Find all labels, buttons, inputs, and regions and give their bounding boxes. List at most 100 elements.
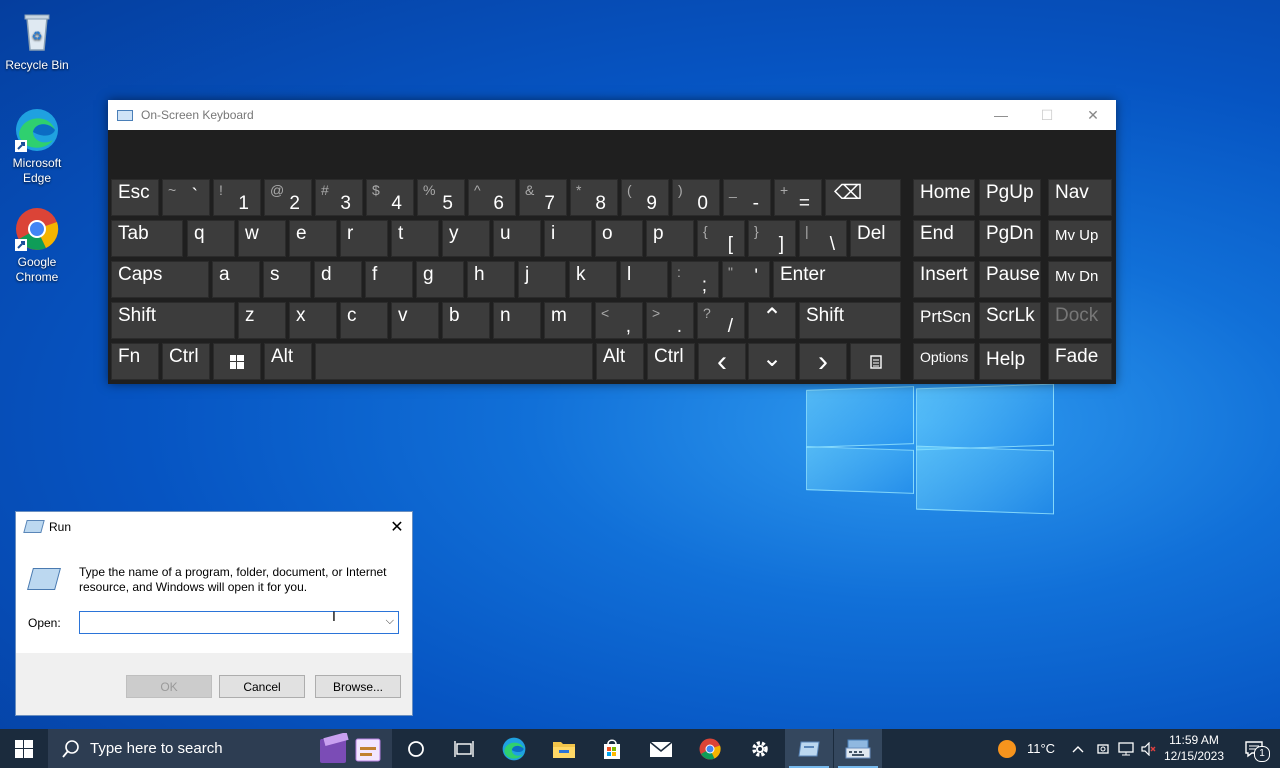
key-d[interactable]: d [314,261,362,298]
clock[interactable]: 11:59 AM 12/15/2023 [1158,732,1230,764]
key-comma[interactable]: <, [595,302,643,339]
key-9[interactable]: (9 [621,179,669,216]
chevron-down-icon[interactable]: ⌵ [386,615,394,628]
key-pgdn[interactable]: PgDn [979,220,1041,257]
key-j[interactable]: j [518,261,566,298]
key-arrow-up[interactable]: ⌃ [748,302,796,339]
key-period[interactable]: >. [646,302,694,339]
taskbar-settings[interactable] [736,729,784,768]
key-alt-right[interactable]: Alt [596,343,644,380]
key-p[interactable]: p [646,220,694,257]
key-4[interactable]: $4 [366,179,414,216]
key-pause[interactable]: Pause [979,261,1041,298]
key-pgup[interactable]: PgUp [979,179,1041,216]
key-l[interactable]: l [620,261,668,298]
key-w[interactable]: w [238,220,286,257]
key-mv-up[interactable]: Mv Up [1048,220,1112,257]
key-o[interactable]: o [595,220,643,257]
key-t[interactable]: t [391,220,439,257]
device-icon[interactable] [1092,729,1114,768]
key-caps[interactable]: Caps [111,261,209,298]
key-s[interactable]: s [263,261,311,298]
weather-widget[interactable] [992,729,1022,768]
key-home[interactable]: Home [913,179,975,216]
taskbar-chrome[interactable] [686,729,734,768]
key-n[interactable]: n [493,302,541,339]
key-z[interactable]: z [238,302,286,339]
task-view-button[interactable] [392,729,440,768]
key-x[interactable]: x [289,302,337,339]
key-fade[interactable]: Fade [1048,343,1112,380]
key-shift-right[interactable]: Shift [799,302,901,339]
minimize-button[interactable]: — [978,100,1024,130]
key-tab[interactable]: Tab [111,220,183,257]
key-5[interactable]: % 5 [417,179,465,216]
close-button[interactable]: ✕ [1070,100,1116,130]
key-1[interactable]: ! 1 [213,179,261,216]
key-slash[interactable]: ? / [697,302,745,339]
key-h[interactable]: h [467,261,515,298]
key-c[interactable]: c [340,302,388,339]
osk-titlebar[interactable]: On-Screen Keyboard — ☐ ✕ [108,100,1116,130]
key-0[interactable]: ) 0 [672,179,720,216]
key-backslash[interactable]: | \ [799,220,847,257]
key-fn[interactable]: Fn [111,343,159,380]
key-v[interactable]: v [391,302,439,339]
key-m[interactable]: m [544,302,592,339]
key-enter[interactable]: Enter [773,261,901,298]
key-windows[interactable] [213,343,261,380]
key-mv-dn[interactable]: Mv Dn [1048,261,1112,298]
key-k[interactable]: k [569,261,617,298]
key-shift-left[interactable]: Shift [111,302,235,339]
key-6[interactable]: ^ 6 [468,179,516,216]
key-3[interactable]: #3 [315,179,363,216]
key-space[interactable] [315,343,593,380]
key-b[interactable]: b [442,302,490,339]
key-menu[interactable] [850,343,901,380]
key-equals[interactable]: + = [774,179,822,216]
chevron-up-icon[interactable] [1066,729,1090,768]
run-titlebar[interactable]: Run ✕ [16,512,412,541]
taskbar-mail[interactable] [637,729,685,768]
taskbar-microsoft-store[interactable] [588,729,636,768]
desktop-icon-google-chrome[interactable]: Google Chrome [4,205,70,285]
key-e[interactable]: e [289,220,337,257]
key-semicolon[interactable]: :; [671,261,719,298]
key-u[interactable]: u [493,220,541,257]
notification-center-button[interactable]: 1 [1234,729,1274,768]
taskbar-task-view[interactable] [440,729,488,768]
key-q[interactable]: q [187,220,235,257]
key-8[interactable]: * 8 [570,179,618,216]
key-a[interactable]: a [212,261,260,298]
key-ctrl-right[interactable]: Ctrl [647,343,695,380]
key-quote[interactable]: " ' [722,261,770,298]
key-backtick[interactable]: ~ ` [162,179,210,216]
network-icon[interactable] [1114,729,1138,768]
taskbar-file-explorer[interactable] [540,729,588,768]
desktop-icon-recycle-bin[interactable]: ♻ Recycle Bin [4,8,70,73]
key-g[interactable]: g [416,261,464,298]
key-arrow-right[interactable]: › [799,343,847,380]
open-combobox[interactable]: ⌵ [79,611,399,634]
start-button[interactable] [0,729,48,768]
key-i[interactable]: i [544,220,592,257]
key-f[interactable]: f [365,261,413,298]
taskbar-run[interactable] [785,729,833,768]
key-end[interactable]: End [913,220,975,257]
key-arrow-left[interactable]: ‹ [698,343,746,380]
key-esc[interactable]: Esc [111,179,159,216]
key-insert[interactable]: Insert [913,261,975,298]
key-backspace[interactable]: ⌫ [825,179,901,216]
taskbar-search-box[interactable]: Type here to search [48,729,392,768]
key-del[interactable]: Del [850,220,901,257]
key-7[interactable]: & 7 [519,179,567,216]
key-ctrl-left[interactable]: Ctrl [162,343,210,380]
taskbar-on-screen-keyboard[interactable] [834,729,882,768]
key-scrlk[interactable]: ScrLk [979,302,1041,339]
key-help[interactable]: Help [979,343,1041,380]
weather-temperature[interactable]: 11°C [1022,729,1060,768]
key-y[interactable]: y [442,220,490,257]
taskbar-edge[interactable] [490,729,538,768]
key-options[interactable]: Options [913,343,975,380]
volume-muted-icon[interactable] [1138,729,1160,768]
